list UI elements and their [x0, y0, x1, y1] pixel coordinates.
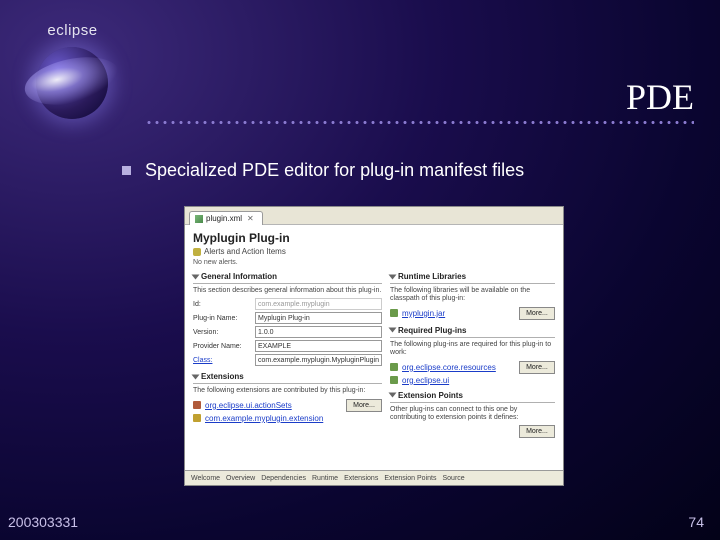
square-bullet-icon [122, 166, 131, 175]
footer-id: 200303331 [8, 514, 78, 530]
section-desc: The following libraries will be availabl… [390, 287, 555, 304]
bottom-tab[interactable]: Extensions [344, 475, 378, 482]
jar-icon [390, 309, 398, 317]
no-alerts-text: No new alerts. [193, 259, 555, 266]
bottom-tab[interactable]: Runtime [312, 475, 338, 482]
section-required: Required Plug-ins The following plug-ins… [390, 326, 555, 385]
editor-tab-strip: plugin.xml ✕ [185, 207, 563, 225]
field-value-id: com.example.myplugin [255, 298, 382, 310]
alert-icon [193, 248, 201, 256]
tab-label: plugin.xml [206, 214, 242, 223]
extension-link[interactable]: org.eclipse.ui.actionSets [205, 401, 292, 410]
pde-editor-screenshot: plugin.xml ✕ Myplugin Plug-in Alerts and… [184, 206, 564, 486]
field-label-provider: Provider Name: [193, 343, 251, 350]
eclipse-logo: eclipse [0, 18, 145, 128]
bottom-tab[interactable]: Overview [226, 475, 255, 482]
more-button[interactable]: More... [519, 425, 555, 438]
twistie-icon[interactable] [192, 274, 200, 279]
section-desc: The following extensions are contributed… [193, 387, 382, 395]
plugin-file-icon [195, 215, 203, 223]
twistie-icon[interactable] [389, 393, 397, 398]
footer-page-number: 74 [688, 514, 704, 530]
plugin-icon [390, 376, 398, 384]
bullet-item: Specialized PDE editor for plug-in manif… [122, 160, 524, 181]
bottom-tab[interactable]: Extension Points [384, 475, 436, 482]
title-divider [145, 120, 694, 125]
required-link[interactable]: org.eclipse.core.resources [402, 363, 496, 372]
section-desc: This section describes general informati… [193, 287, 382, 295]
section-desc: The following plug-ins are required for … [390, 341, 555, 358]
section-runtime: Runtime Libraries The following librarie… [390, 272, 555, 320]
field-label-id: Id: [193, 301, 251, 308]
extension-icon [193, 401, 201, 409]
bottom-tab[interactable]: Dependencies [261, 475, 306, 482]
logo-orb-icon [28, 37, 118, 127]
more-button[interactable]: More... [519, 361, 555, 374]
runtime-lib-link[interactable]: myplugin.jar [402, 309, 445, 318]
editor-bottom-tabs: Welcome Overview Dependencies Runtime Ex… [185, 470, 563, 485]
editor-tab-pluginxml[interactable]: plugin.xml ✕ [189, 211, 263, 225]
plugin-icon [390, 363, 398, 371]
extension-link[interactable]: com.example.myplugin.extension [205, 414, 323, 423]
section-heading: Runtime Libraries [398, 272, 466, 281]
slide-title: PDE [626, 76, 694, 118]
section-general: General Information This section describ… [193, 272, 382, 366]
field-input-version[interactable]: 1.0.0 [255, 326, 382, 338]
section-extensions: Extensions The following extensions are … [193, 372, 382, 422]
extension-icon [193, 414, 201, 422]
doc-title: Myplugin Plug-in [193, 231, 555, 245]
twistie-icon[interactable] [389, 328, 397, 333]
twistie-icon[interactable] [192, 374, 200, 379]
field-input-class[interactable]: com.example.myplugin.MypluginPlugin [255, 354, 382, 366]
required-link[interactable]: org.eclipse.ui [402, 376, 449, 385]
section-heading: Required Plug-ins [398, 326, 466, 335]
bottom-tab[interactable]: Source [442, 475, 464, 482]
section-heading: General Information [201, 272, 277, 281]
twistie-icon[interactable] [389, 274, 397, 279]
section-heading: Extension Points [398, 391, 463, 400]
alerts-label: Alerts and Action Items [204, 247, 286, 256]
alerts-row: Alerts and Action Items [193, 247, 555, 256]
section-extension-points: Extension Points Other plug-ins can conn… [390, 391, 555, 439]
field-input-name[interactable]: Myplugin Plug-in [255, 312, 382, 324]
field-label-name: Plug-in Name: [193, 315, 251, 322]
more-button[interactable]: More... [346, 399, 382, 412]
more-button[interactable]: More... [519, 307, 555, 320]
field-label-version: Version: [193, 329, 251, 336]
bottom-tab[interactable]: Welcome [191, 475, 220, 482]
editor-body: Myplugin Plug-in Alerts and Action Items… [185, 225, 563, 470]
section-desc: Other plug-ins can connect to this one b… [390, 406, 555, 423]
bullet-text: Specialized PDE editor for plug-in manif… [145, 160, 524, 181]
section-heading: Extensions [201, 372, 244, 381]
close-icon[interactable]: ✕ [247, 214, 254, 223]
field-input-provider[interactable]: EXAMPLE [255, 340, 382, 352]
field-label-class[interactable]: Class: [193, 357, 251, 364]
